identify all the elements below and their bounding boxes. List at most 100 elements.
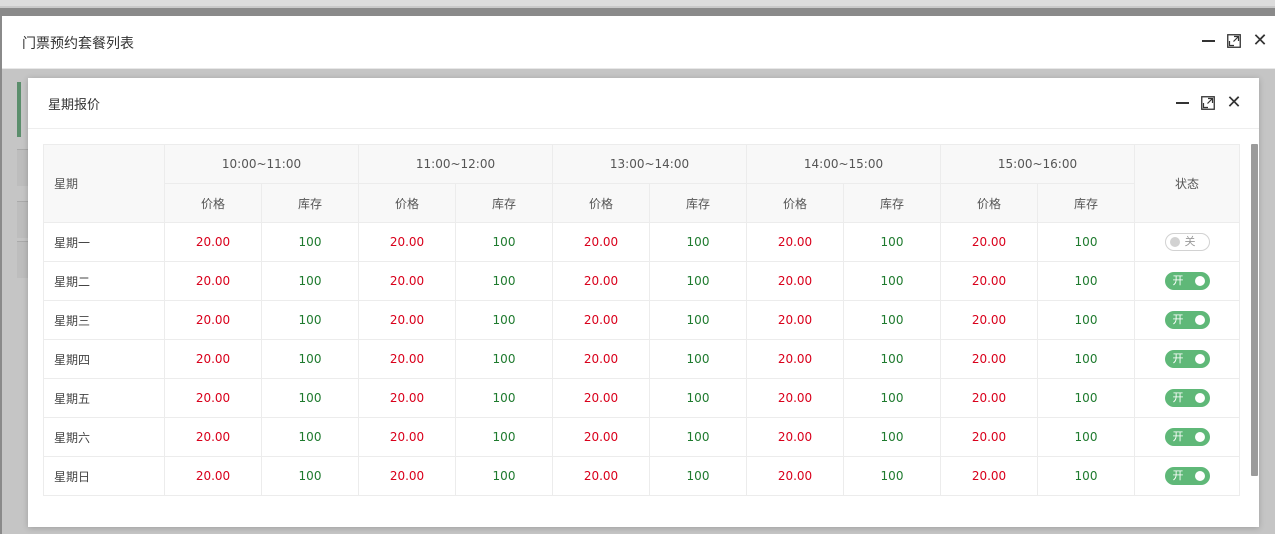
price-cell: 20.00 <box>746 378 844 418</box>
stock-cell: 100 <box>843 300 941 340</box>
inner-maximize-icon[interactable] <box>1199 94 1217 112</box>
toggle-label: 开 <box>1172 391 1184 404</box>
day-cell: 星期六 <box>43 417 165 457</box>
price-cell: 20.00 <box>164 417 262 457</box>
price-cell: 20.00 <box>552 339 650 379</box>
outer-maximize-icon[interactable] <box>1225 32 1243 50</box>
price-cell: 20.00 <box>746 261 844 301</box>
price-cell: 20.00 <box>552 456 650 496</box>
price-cell: 20.00 <box>164 222 262 262</box>
time-slot-header: 15:00~16:00 <box>940 144 1135 184</box>
price-cell: 20.00 <box>940 378 1038 418</box>
status-toggle[interactable]: 开 <box>1164 350 1210 368</box>
price-cell: 20.00 <box>940 222 1038 262</box>
stock-subheader: 库存 <box>261 183 359 223</box>
price-cell: 20.00 <box>358 417 456 457</box>
status-cell: 开 <box>1134 339 1240 379</box>
stock-cell: 100 <box>261 417 359 457</box>
inner-minimize-icon[interactable] <box>1173 94 1191 112</box>
stock-cell: 100 <box>455 456 553 496</box>
price-cell: 20.00 <box>940 261 1038 301</box>
day-cell: 星期日 <box>43 456 165 496</box>
status-toggle[interactable]: 开 <box>1164 467 1210 485</box>
stock-cell: 100 <box>649 222 747 262</box>
stock-cell: 100 <box>649 456 747 496</box>
table-row: 星期四 20.00 100 20.00 100 20.00 100 20.00 100 20.00… <box>43 339 1240 379</box>
stock-cell: 100 <box>455 339 553 379</box>
price-cell: 20.00 <box>164 339 262 379</box>
price-cell: 20.00 <box>552 417 650 457</box>
stock-cell: 100 <box>649 300 747 340</box>
stock-cell: 100 <box>261 222 359 262</box>
inner-dialog-titlebar: 星期报价 ✕ <box>28 78 1259 129</box>
status-toggle[interactable]: 开 <box>1164 272 1210 290</box>
day-column-header: 星期 <box>43 144 165 223</box>
price-cell: 20.00 <box>164 261 262 301</box>
stock-cell: 100 <box>1037 300 1135 340</box>
price-cell: 20.00 <box>164 456 262 496</box>
price-cell: 20.00 <box>552 378 650 418</box>
day-cell: 星期五 <box>43 378 165 418</box>
price-cell: 20.00 <box>746 222 844 262</box>
toggle-knob <box>1194 315 1205 325</box>
stock-cell: 100 <box>261 378 359 418</box>
status-toggle[interactable]: 关 <box>1164 233 1210 251</box>
status-toggle[interactable]: 开 <box>1164 389 1210 407</box>
toggle-label: 开 <box>1172 352 1184 365</box>
status-cell: 开 <box>1134 300 1240 340</box>
stock-cell: 100 <box>1037 261 1135 301</box>
time-slot-header: 14:00~15:00 <box>746 144 941 184</box>
outer-minimize-icon[interactable] <box>1199 32 1217 50</box>
day-cell: 星期一 <box>43 222 165 262</box>
toggle-label: 开 <box>1172 469 1184 482</box>
price-cell: 20.00 <box>940 417 1038 457</box>
stock-cell: 100 <box>455 300 553 340</box>
status-cell: 开 <box>1134 456 1240 496</box>
table-row: 星期一 20.00 100 20.00 100 20.00 100 20.00 100 20.00… <box>43 222 1240 262</box>
stock-cell: 100 <box>1037 456 1135 496</box>
stock-cell: 100 <box>455 222 553 262</box>
stock-cell: 100 <box>843 456 941 496</box>
stock-cell: 100 <box>261 339 359 379</box>
toggle-label: 开 <box>1172 313 1184 326</box>
price-cell: 20.00 <box>358 300 456 340</box>
time-slot-header: 11:00~12:00 <box>358 144 553 184</box>
price-cell: 20.00 <box>746 456 844 496</box>
stock-cell: 100 <box>843 261 941 301</box>
stock-cell: 100 <box>455 417 553 457</box>
stock-cell: 100 <box>1037 378 1135 418</box>
price-subheader: 价格 <box>552 183 650 223</box>
table-row: 星期三 20.00 100 20.00 100 20.00 100 20.00 100 20.00… <box>43 300 1240 340</box>
status-cell: 关 <box>1134 222 1240 262</box>
stock-cell: 100 <box>455 378 553 418</box>
toggle-knob <box>1194 393 1205 403</box>
price-cell: 20.00 <box>358 261 456 301</box>
price-cell: 20.00 <box>552 300 650 340</box>
toggle-knob <box>1169 237 1180 247</box>
price-cell: 20.00 <box>358 456 456 496</box>
status-toggle[interactable]: 开 <box>1164 311 1210 329</box>
price-cell: 20.00 <box>164 300 262 340</box>
stock-cell: 100 <box>261 300 359 340</box>
status-toggle[interactable]: 开 <box>1164 428 1210 446</box>
status-cell: 开 <box>1134 378 1240 418</box>
toggle-knob <box>1194 471 1205 481</box>
vertical-scrollbar[interactable] <box>1251 144 1258 476</box>
outer-accent-bar <box>17 82 21 137</box>
stock-subheader: 库存 <box>649 183 747 223</box>
stock-subheader: 库存 <box>1037 183 1135 223</box>
stock-subheader: 库存 <box>455 183 553 223</box>
stock-cell: 100 <box>1037 339 1135 379</box>
price-subheader: 价格 <box>358 183 456 223</box>
weekly-price-table: 星期 10:00~11:00 11:00~12:00 13:00~14:00 1… <box>43 144 1240 496</box>
inner-dialog-title: 星期报价 <box>48 98 101 113</box>
stock-cell: 100 <box>843 417 941 457</box>
price-cell: 20.00 <box>940 300 1038 340</box>
day-cell: 星期三 <box>43 300 165 340</box>
stock-cell: 100 <box>649 378 747 418</box>
inner-close-icon[interactable]: ✕ <box>1225 94 1243 112</box>
time-slot-header: 10:00~11:00 <box>164 144 359 184</box>
outer-close-icon[interactable]: ✕ <box>1251 32 1269 50</box>
time-slot-header: 13:00~14:00 <box>552 144 747 184</box>
toggle-knob <box>1194 432 1205 442</box>
